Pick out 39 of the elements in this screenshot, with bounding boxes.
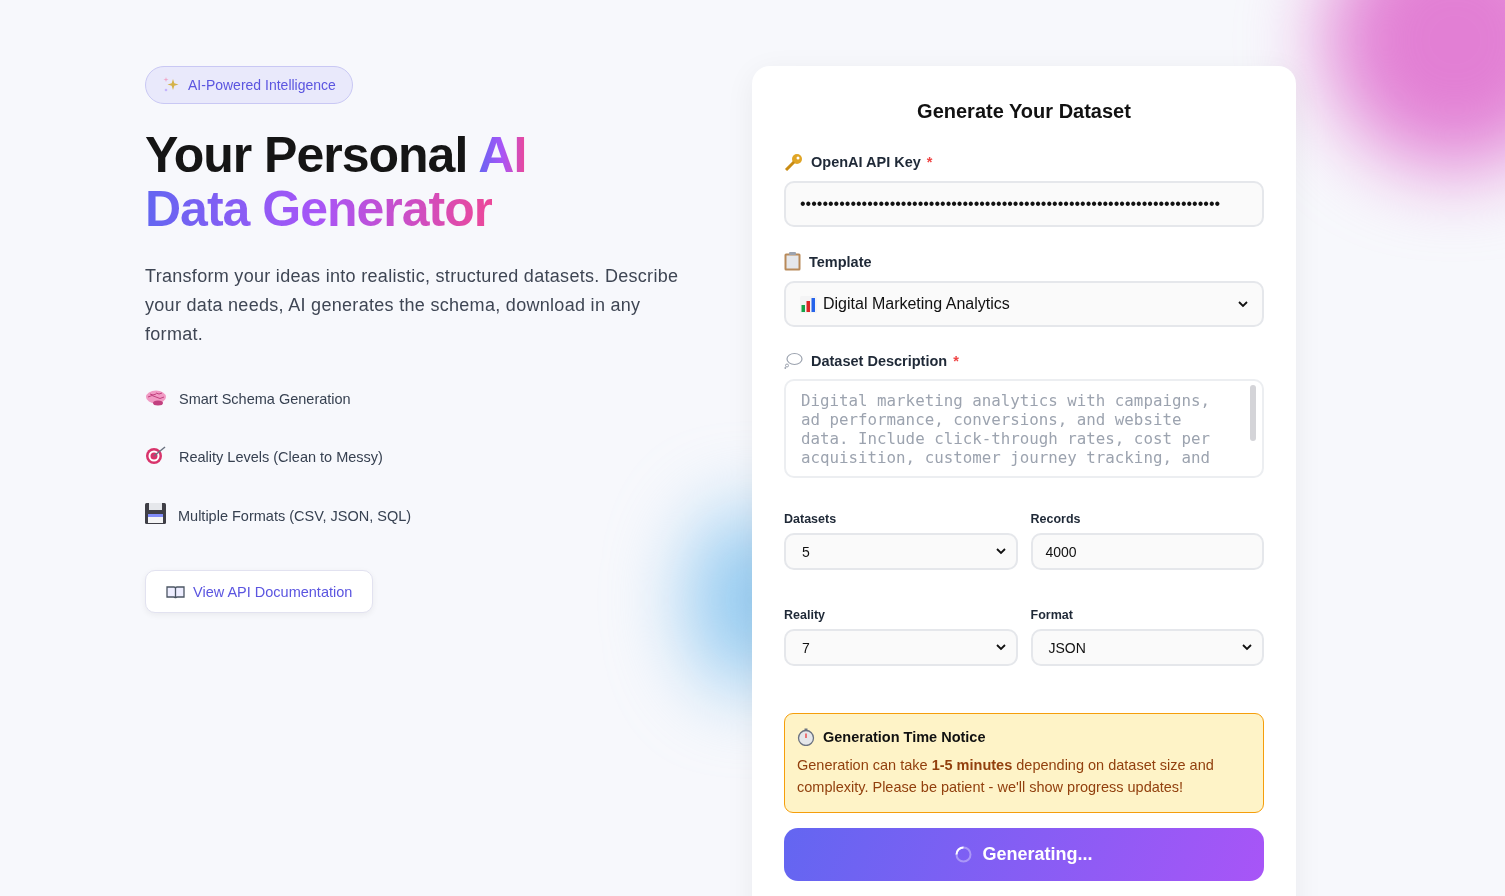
api-docs-button[interactable]: View API Documentation xyxy=(145,570,374,613)
brain-icon xyxy=(145,389,167,407)
generate-button[interactable]: Generating... xyxy=(784,828,1264,881)
bar-chart-icon xyxy=(800,295,817,313)
clipboard-icon xyxy=(784,252,801,271)
badge-text: AI-Powered Intelligence xyxy=(188,77,336,93)
notice-text: Generation can take 1-5 minutes depending on dataset size and complexity. Please be patient - we'll show progress updates! xyxy=(797,756,1215,797)
feature-text: Multiple Formats (CSV, JSON, SQL) xyxy=(178,508,412,524)
number-select[interactable]: 7 xyxy=(784,629,1018,666)
field-label: Template xyxy=(809,253,872,270)
notice-title: Generation Time Notice xyxy=(823,729,986,745)
number-select[interactable]: JSON xyxy=(1030,629,1264,666)
hero-title: Your Personal AI Data Generator xyxy=(145,128,528,236)
book-icon xyxy=(166,584,185,599)
form-title: Generate Your Dataset xyxy=(916,100,1132,123)
records-field[interactable]: 4000 xyxy=(1030,533,1264,570)
field-label: Reality xyxy=(784,608,826,622)
chevron-down-icon xyxy=(1238,300,1248,308)
spinner-icon xyxy=(955,846,973,863)
field-label: Datasets xyxy=(784,512,838,526)
target-icon xyxy=(145,445,167,465)
api-key-field[interactable]: ••••••••••••••••••••••••••••••••••••••••••••••••••••••••••••••••••••••••••• xyxy=(784,181,1264,227)
field-label: Records xyxy=(1030,512,1082,526)
field-label: Dataset Description * xyxy=(811,352,959,369)
key-icon xyxy=(784,153,803,171)
sparkle-icon xyxy=(162,76,180,94)
field-label: OpenAI API Key * xyxy=(811,154,933,170)
hero-description: Transform your ideas into realistic, structured datasets. Describe your data needs, AI generates the schema, download in any format. xyxy=(145,265,680,346)
scrollbar[interactable] xyxy=(1250,385,1256,441)
stopwatch-icon xyxy=(797,728,815,746)
feature-text: Smart Schema Generation xyxy=(179,391,351,407)
thought-bubble-icon xyxy=(784,352,803,369)
field-label: Format xyxy=(1030,608,1074,622)
chevron-down-icon xyxy=(995,548,1006,555)
chevron-down-icon xyxy=(995,644,1006,651)
template-select[interactable]: Digital Marketing Analytics xyxy=(784,281,1264,327)
chevron-down-icon xyxy=(1242,644,1252,651)
feature-text: Reality Levels (Clean to Messy) xyxy=(179,449,383,465)
number-select[interactable]: 5 xyxy=(784,533,1018,570)
